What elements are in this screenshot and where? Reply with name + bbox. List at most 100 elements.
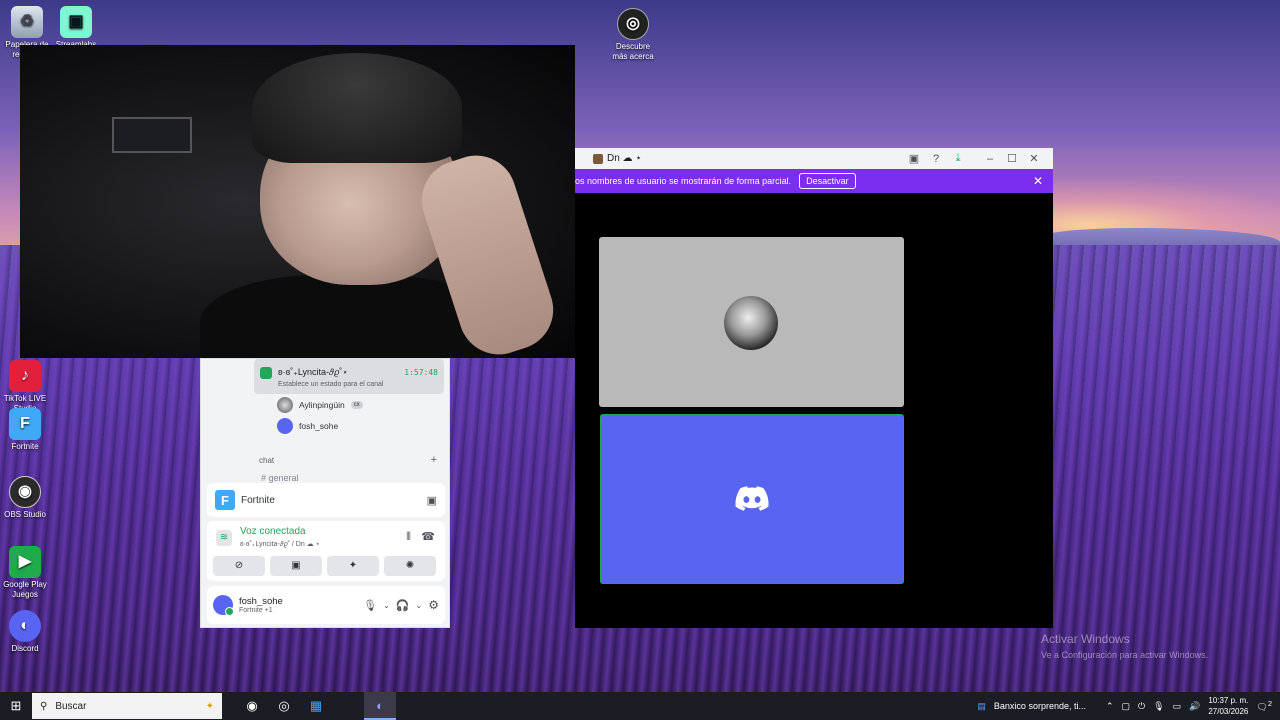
- disable-button[interactable]: Desactivar: [799, 173, 856, 189]
- minimize-button[interactable]: –: [979, 153, 1001, 165]
- watermark-title: Activar Windows: [1041, 632, 1130, 646]
- add-channel-icon[interactable]: +: [431, 454, 437, 466]
- chevron-up-icon[interactable]: ⌃: [1106, 701, 1114, 712]
- start-button[interactable]: ⊞: [0, 698, 32, 714]
- voice-timer: 1:57:48: [404, 368, 438, 377]
- participant-tile-2[interactable]: [600, 414, 904, 584]
- discord-icon: ◐: [9, 610, 41, 642]
- desktop-icon-label: Descubre más acerca: [612, 42, 654, 61]
- soundboard-button[interactable]: ✺: [384, 556, 436, 576]
- webcam-overlay: [20, 45, 575, 358]
- chat-category[interactable]: chat: [259, 456, 274, 465]
- clock-time: 10:37 p. m.: [1208, 696, 1249, 705]
- taskbar-blank[interactable]: [332, 692, 364, 720]
- copilot-sparkle-icon: ✦: [205, 700, 214, 712]
- search-placeholder: Buscar: [55, 700, 87, 712]
- desktop-icon-label: Google Play Juegos: [3, 580, 47, 599]
- game-name: Fortnite: [241, 494, 275, 506]
- desktop-icon-streamlabs[interactable]: ▣ Streamlabs: [51, 6, 101, 50]
- download-icon[interactable]: ⤓: [947, 152, 969, 165]
- person-cap: [252, 53, 462, 163]
- member-name: fosh_sohe: [299, 421, 339, 431]
- server-avatar-icon: [593, 153, 603, 164]
- discover-icon: ◎: [617, 8, 649, 40]
- channel-status[interactable]: Establece un estado para el canal: [278, 381, 383, 388]
- chevron-down-icon[interactable]: ⌄: [383, 601, 390, 610]
- activities-button[interactable]: ✦: [327, 556, 379, 576]
- noise-suppression-icon[interactable]: ⦀: [406, 531, 411, 544]
- voice-connected-label: Voz conectada: [240, 526, 306, 537]
- microphone-icon[interactable]: 🎙: [1153, 701, 1164, 712]
- notification-icon[interactable]: 🗨2: [1256, 699, 1272, 713]
- discord-logo-icon: [735, 486, 769, 511]
- watermark-subtitle: Ve a Configuración para activar Windows.: [1041, 650, 1209, 660]
- avatar[interactable]: [213, 595, 234, 616]
- settings-gear-icon[interactable]: ⚙: [428, 598, 439, 612]
- search-icon: ⚲: [40, 700, 48, 712]
- window-title-text: Dn ☁ ⋆: [607, 153, 642, 164]
- stream-icon[interactable]: ▣: [427, 494, 437, 507]
- system-tray: ▤ Banxico sorprende, ti... ⌃ ▢ ⏻ 🎙 ▭ 🔊 1…: [977, 695, 1280, 717]
- member-row[interactable]: fosh_sohe: [277, 418, 338, 434]
- avatar: [277, 397, 293, 413]
- clock-date: 27/03/2026: [1208, 707, 1249, 716]
- username: fosh_sohe: [239, 596, 283, 607]
- maximize-button[interactable]: ☐: [1001, 152, 1023, 165]
- window-title: Dn ☁ ⋆: [593, 153, 903, 164]
- disconnect-icon[interactable]: ☎: [421, 530, 435, 543]
- recycle-bin-icon: ♻: [11, 6, 43, 38]
- obs-icon: ◉: [9, 476, 41, 508]
- banner-close-icon[interactable]: ✕: [1033, 174, 1043, 188]
- taskbar-discord[interactable]: ◐: [364, 692, 396, 720]
- camera-icon[interactable]: ▢: [1122, 701, 1131, 712]
- taskbar-obs[interactable]: ◎: [268, 692, 300, 720]
- desktop-icon-tiktok[interactable]: ♪ TikTok LIVE Studio: [0, 360, 50, 414]
- banner-message: os nombres de usuario se mostrarán de fo…: [575, 176, 792, 186]
- clock[interactable]: 10:37 p. m. 27/03/2026: [1208, 695, 1248, 717]
- participant-avatar: [724, 296, 778, 350]
- volume-icon[interactable]: 🔊: [1189, 701, 1200, 712]
- background-monitor: [112, 117, 192, 153]
- network-icon[interactable]: ▭: [1173, 701, 1182, 712]
- voice-connection-card: ≋ Voz conectada ʚ·ɞ˚₊Lyncita-𝜗𝜚˚ / Dn ☁ …: [207, 521, 445, 581]
- search-box[interactable]: ⚲ Buscar ✦: [32, 693, 222, 719]
- chevron-down-icon[interactable]: ⌄: [416, 601, 423, 610]
- headphones-icon[interactable]: 🎧: [396, 599, 410, 612]
- desktop-icon-google-play[interactable]: ▶ Google Play Juegos: [0, 546, 50, 600]
- desktop-icon-discover[interactable]: ◎ Descubre más acerca: [608, 8, 658, 62]
- discord-channel-panel: ʚ·ɞ˚₊Lyncita-𝜗𝜚˚⋆ 1:57:48 Establece un e…: [200, 358, 450, 628]
- participant-tile-1[interactable]: [599, 237, 904, 407]
- camera-off-button[interactable]: ⊘: [213, 556, 265, 576]
- signal-icon[interactable]: ≋: [216, 530, 232, 546]
- desktop-icon-discord[interactable]: ◐ Discord: [0, 610, 50, 654]
- notice-banner: os nombres de usuario se mostrarán de fo…: [575, 169, 1053, 193]
- member-row[interactable]: Aylinpingüin cx: [277, 397, 363, 413]
- desktop-icon-label: Fortnite: [11, 442, 39, 451]
- desktop-icon-label: OBS Studio: [4, 510, 46, 519]
- user-panel: fosh_sohe Fortnite +1 🎙 ⌄ 🎧 ⌄ ⚙: [207, 586, 445, 624]
- usb-icon[interactable]: ⏻: [1138, 701, 1145, 712]
- microphone-icon[interactable]: 🎙: [363, 599, 377, 612]
- taskbar-fortnite[interactable]: ▦: [300, 692, 332, 720]
- desktop-icon-obs[interactable]: ◉ OBS Studio: [0, 476, 50, 520]
- close-button[interactable]: ✕: [1023, 152, 1045, 165]
- desktop-icon-fortnite[interactable]: F Fortnite: [0, 408, 50, 452]
- notification-count: 2: [1267, 699, 1272, 708]
- help-icon[interactable]: ?: [925, 153, 947, 165]
- google-play-icon: ▶: [9, 546, 41, 578]
- taskbar: ⊞ ⚲ Buscar ✦ ◉ ◎ ▦ ◐ ▤ Banxico sorprende…: [0, 692, 1280, 720]
- streamlabs-icon: ▣: [60, 6, 92, 38]
- game-activity-card[interactable]: F Fortnite ▣: [207, 483, 445, 517]
- channel-general[interactable]: # general: [261, 473, 299, 483]
- tiktok-icon: ♪: [9, 360, 41, 392]
- news-icon[interactable]: ▤: [977, 701, 986, 712]
- voice-user-name: ʚ·ɞ˚₊Lyncita-𝜗𝜚˚⋆: [278, 367, 348, 377]
- voice-channel-row[interactable]: ʚ·ɞ˚₊Lyncita-𝜗𝜚˚⋆ 1:57:48 Establece un e…: [254, 359, 444, 394]
- taskbar-chrome[interactable]: ◉: [236, 692, 268, 720]
- news-headline[interactable]: Banxico sorprende, ti...: [994, 701, 1086, 711]
- user-info[interactable]: fosh_sohe Fortnite +1: [239, 596, 357, 614]
- screen-share-button[interactable]: ▣: [270, 556, 322, 576]
- voice-channel-name[interactable]: ʚ·ɞ˚₊Lyncita-𝜗𝜚˚ / Dn ☁ ⋆: [240, 540, 320, 549]
- popout-icon[interactable]: ▣: [903, 152, 925, 165]
- avatar: [277, 418, 293, 434]
